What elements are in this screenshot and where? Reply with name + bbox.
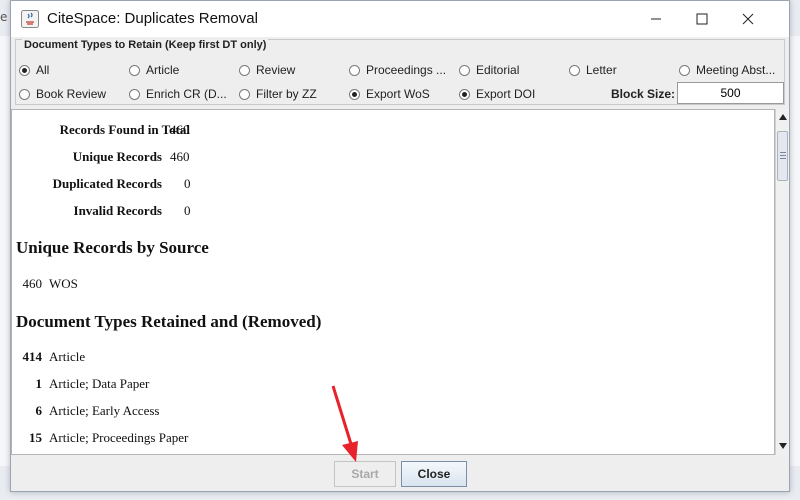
radio-review[interactable]: Review	[239, 63, 295, 77]
radio-indicator	[19, 88, 30, 100]
doctype-count: 6	[35, 403, 43, 418]
doctype-count: 414	[22, 349, 43, 364]
doctype-heading: Document Types Retained and (Removed)	[16, 312, 322, 331]
radio-label: Article	[146, 63, 180, 77]
source-count: 460	[22, 276, 43, 291]
scroll-down-icon	[779, 443, 787, 449]
radio-article[interactable]: Article	[129, 63, 179, 77]
scroll-thumb[interactable]	[777, 131, 788, 181]
doctype-name: Article; Data Paper	[49, 376, 150, 391]
scroll-up-button[interactable]	[776, 110, 790, 124]
close-icon	[742, 13, 754, 25]
minimize-icon	[651, 18, 661, 20]
radio-label: Proceedings ...	[366, 63, 447, 77]
radio-editorial[interactable]: Editorial	[459, 63, 519, 77]
radio-export-doi[interactable]: Export DOI	[459, 87, 535, 101]
java-app-icon	[21, 10, 39, 28]
summary-value: 0	[184, 203, 191, 218]
radio-indicator	[349, 88, 360, 100]
radio-label: All	[36, 63, 50, 77]
doctype-count: 15	[29, 430, 42, 445]
radio-meeting-abstract[interactable]: Meeting Abst...	[679, 63, 775, 77]
radio-label: Export WoS	[366, 87, 430, 101]
radio-export-wos[interactable]: Export WoS	[349, 87, 430, 101]
summary-label: Records Found in Total	[59, 122, 190, 137]
block-size-label: Block Size:	[611, 87, 676, 101]
radio-indicator	[679, 64, 690, 76]
grip-line	[780, 155, 786, 156]
radio-indicator	[129, 88, 140, 100]
radio-indicator	[459, 88, 470, 100]
radio-proceedings[interactable]: Proceedings ...	[349, 63, 446, 77]
radio-book-review[interactable]: Book Review	[19, 87, 106, 101]
radio-label: Editorial	[476, 63, 520, 77]
window-title: CiteSpace: Duplicates Removal	[47, 10, 258, 27]
radio-all[interactable]: All	[19, 63, 49, 77]
radio-indicator	[239, 64, 250, 76]
radio-label: Enrich CR (D...	[146, 87, 227, 101]
radio-enrich-cr[interactable]: Enrich CR (D...	[129, 87, 227, 101]
radio-label: Export DOI	[476, 87, 536, 101]
radio-filter-by-zz[interactable]: Filter by ZZ	[239, 87, 317, 101]
grip-line	[780, 152, 786, 153]
radio-label: Meeting Abst...	[696, 63, 776, 77]
duplicates-removal-dialog: CiteSpace: Duplicates Removal Document T…	[10, 0, 790, 492]
radio-letter[interactable]: Letter	[569, 63, 617, 77]
radio-label: Book Review	[36, 87, 107, 101]
radio-label: Letter	[586, 63, 617, 77]
source-name: WOS	[49, 276, 78, 291]
grip-line	[780, 158, 786, 159]
close-button[interactable]: Close	[401, 461, 467, 487]
summary-label: Unique Records	[72, 149, 162, 164]
summary-value: 0	[184, 176, 191, 191]
summary-label: Invalid Records	[73, 203, 162, 218]
radio-indicator	[129, 64, 140, 76]
radio-indicator	[239, 88, 250, 100]
maximize-icon	[696, 13, 708, 25]
minimize-button[interactable]	[633, 1, 679, 37]
start-button[interactable]: Start	[334, 461, 396, 487]
doctype-name: Article; Proceedings Paper	[49, 430, 189, 445]
summary-value: 460	[170, 122, 190, 137]
background-text: e	[0, 10, 8, 24]
title-bar[interactable]: CiteSpace: Duplicates Removal	[11, 1, 789, 37]
doctype-name: Article; Early Access	[49, 403, 160, 418]
scroll-down-button[interactable]	[776, 439, 790, 453]
radio-indicator	[569, 64, 580, 76]
radio-indicator	[349, 64, 360, 76]
source-heading: Unique Records by Source	[16, 238, 209, 257]
results-panel[interactable]: Records Found in Total 460 Unique Record…	[11, 109, 775, 455]
radio-indicator	[459, 64, 470, 76]
radio-label: Filter by ZZ	[256, 87, 317, 101]
maximize-button[interactable]	[679, 1, 725, 37]
close-window-button[interactable]	[725, 1, 771, 37]
radio-label: Review	[256, 63, 296, 77]
doctype-count: 1	[35, 376, 43, 391]
group-title: Document Types to Retain (Keep first DT …	[22, 39, 269, 51]
summary-value: 460	[170, 149, 190, 164]
vertical-scrollbar[interactable]	[775, 109, 789, 455]
block-size-input[interactable]	[677, 82, 784, 104]
summary-label: Duplicated Records	[52, 176, 162, 191]
doctype-name: Article	[49, 349, 86, 364]
scroll-up-icon	[779, 114, 787, 120]
radio-indicator	[19, 64, 30, 76]
